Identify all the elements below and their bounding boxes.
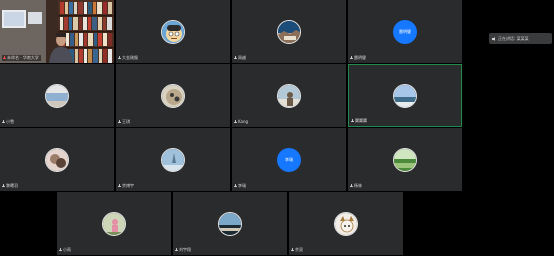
participant-tile[interactable]: 余博宇 bbox=[116, 128, 230, 191]
photo-avatar-image bbox=[46, 148, 68, 171]
participant-tile[interactable]: 大金刚猴 bbox=[116, 0, 230, 63]
photo-avatar-image bbox=[219, 212, 241, 235]
participant-name-bar: 黎曦羽 bbox=[2, 183, 18, 189]
host-name: 未命名 · 华南大学 bbox=[7, 55, 39, 60]
participant-name: 杨林 bbox=[354, 183, 362, 188]
active-speaker-label: 正在讲话: 某某某 bbox=[498, 35, 529, 41]
mic-icon bbox=[234, 120, 237, 124]
participant-name: 黎曦羽 bbox=[6, 183, 18, 188]
participant-tile[interactable]: 王琪 bbox=[116, 64, 230, 127]
participant-name: 余博宇 bbox=[122, 183, 134, 188]
mic-icon bbox=[118, 120, 121, 124]
mic-icon bbox=[291, 248, 294, 252]
participant-tile[interactable]: 雷明健 雷明健 bbox=[348, 0, 462, 63]
mic-icon bbox=[118, 56, 121, 60]
participant-name: 王琪 bbox=[122, 119, 130, 124]
muted-mic-icon bbox=[3, 56, 6, 60]
participant-avatar bbox=[393, 83, 417, 108]
participant-name-bar: 小雪 bbox=[2, 119, 14, 125]
mic-icon bbox=[351, 119, 354, 123]
participant-tile[interactable]: 杨林 bbox=[348, 128, 462, 191]
host-video-tile[interactable]: 未命名 · 华南大学 bbox=[0, 0, 114, 63]
photo-avatar-image bbox=[394, 84, 416, 107]
participant-tile[interactable]: Kang bbox=[232, 64, 346, 127]
active-speaker-indicator: 正在讲话: 某某某 bbox=[489, 33, 552, 44]
participant-name: 周越 bbox=[238, 55, 246, 60]
landscape-avatar-image bbox=[278, 20, 300, 43]
participant-avatar bbox=[277, 83, 301, 108]
host-video-feed bbox=[0, 0, 114, 63]
mic-icon bbox=[118, 184, 121, 188]
participant-name-bar: 杨林 bbox=[350, 183, 362, 189]
participant-avatar bbox=[334, 211, 358, 236]
participant-avatar bbox=[277, 19, 301, 44]
speaker-icon bbox=[492, 36, 496, 41]
participant-tile[interactable]: 刘宇翔 bbox=[173, 192, 287, 255]
participant-avatar bbox=[393, 147, 417, 172]
participant-name: 刘宇翔 bbox=[179, 247, 191, 252]
participant-name-bar: 余博宇 bbox=[118, 183, 134, 189]
participant-avatar bbox=[161, 19, 185, 44]
participant-name: 小雪 bbox=[6, 119, 14, 124]
mic-icon bbox=[234, 56, 237, 60]
participant-tile[interactable]: 小雨 bbox=[57, 192, 171, 255]
cartoon-avatar-image bbox=[162, 20, 184, 43]
mic-icon bbox=[175, 248, 178, 252]
participant-tile[interactable]: 小雪 bbox=[0, 64, 114, 127]
host-name-bar: 未命名 · 华南大学 bbox=[2, 55, 41, 61]
participant-tile-active[interactable]: 翼翼翼 bbox=[348, 64, 462, 127]
participant-name-bar: 小雨 bbox=[59, 247, 71, 253]
participant-tile[interactable]: 周越 bbox=[232, 0, 346, 63]
participant-name-bar: 王琪 bbox=[118, 119, 130, 125]
photo-avatar-image bbox=[46, 84, 68, 107]
participant-name-bar: Kang bbox=[234, 119, 248, 125]
mic-icon bbox=[59, 248, 62, 252]
participant-name: 余双 bbox=[295, 247, 303, 252]
participant-tile[interactable]: 黎曦羽 bbox=[0, 128, 114, 191]
participant-avatar bbox=[45, 83, 69, 108]
participant-name-bar: 余双 bbox=[291, 247, 303, 253]
text-avatar: 雷明健 bbox=[393, 19, 417, 44]
mic-icon bbox=[234, 184, 237, 188]
participant-avatar bbox=[102, 211, 126, 236]
participant-tile[interactable]: 李瑞 李瑞 bbox=[232, 128, 346, 191]
video-grid-row-4: 小雨 刘宇翔 余双 bbox=[57, 192, 405, 255]
participant-avatar bbox=[161, 147, 185, 172]
participant-avatar bbox=[161, 83, 185, 108]
photo-avatar-image bbox=[162, 84, 184, 107]
text-avatar: 李瑞 bbox=[277, 147, 301, 172]
participant-name: Kang bbox=[238, 119, 249, 124]
participant-name-bar: 大金刚猴 bbox=[118, 55, 138, 61]
participant-name-bar: 周越 bbox=[234, 55, 246, 61]
participant-name-bar: 刘宇翔 bbox=[175, 247, 191, 253]
participant-name-bar: 翼翼翼 bbox=[351, 118, 367, 124]
participant-name-bar: 雷明健 bbox=[350, 55, 366, 61]
photo-avatar-image bbox=[278, 84, 300, 107]
photo-avatar-image bbox=[103, 212, 125, 235]
participant-avatar bbox=[45, 147, 69, 172]
participant-name: 李瑞 bbox=[238, 183, 246, 188]
video-grid-row-2: 小雪 王琪 Kang 翼翼翼 bbox=[0, 64, 464, 127]
video-grid-row-1: 未命名 · 华南大学 大金刚猴 周越 雷明健 雷明健 bbox=[0, 0, 464, 63]
photo-avatar-image bbox=[394, 148, 416, 171]
participant-tile[interactable]: 余双 bbox=[289, 192, 403, 255]
participant-avatar bbox=[218, 211, 242, 236]
participant-name: 雷明健 bbox=[354, 55, 366, 60]
photo-avatar-image bbox=[162, 148, 184, 171]
participant-name: 翼翼翼 bbox=[355, 118, 367, 123]
mic-icon bbox=[2, 184, 5, 188]
mic-icon bbox=[350, 184, 353, 188]
bookshelf-background-image bbox=[0, 0, 114, 63]
video-grid-row-3: 黎曦羽 余博宇 李瑞 李瑞 杨林 bbox=[0, 128, 464, 191]
mic-icon bbox=[2, 120, 5, 124]
participant-name: 小雨 bbox=[63, 247, 71, 252]
anime-avatar-image bbox=[335, 212, 357, 235]
mic-icon bbox=[350, 56, 353, 60]
participant-name-bar: 李瑞 bbox=[234, 183, 246, 189]
participant-name: 大金刚猴 bbox=[122, 55, 138, 60]
